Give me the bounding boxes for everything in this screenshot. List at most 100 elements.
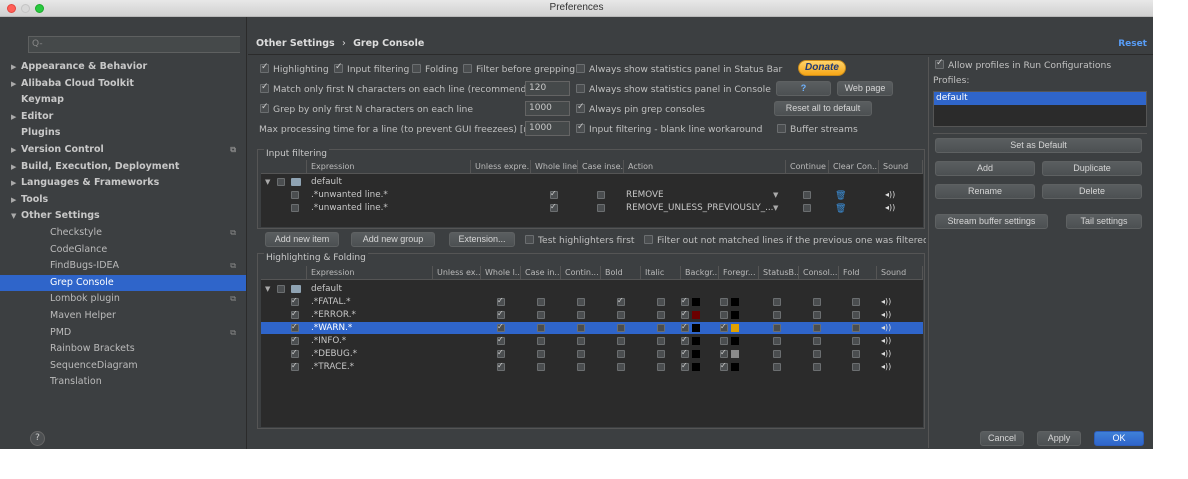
chevron-down-icon[interactable]: ▼ [265, 176, 270, 188]
reset-all-button[interactable]: Reset all to default [774, 101, 872, 116]
case-insensitive-checkbox[interactable] [537, 350, 545, 358]
blank-line-workaround-option[interactable]: Input filtering - blank line workaround [576, 122, 762, 135]
always-pin-option[interactable]: Always pin grep consoles [576, 102, 705, 115]
sidebar-item[interactable]: Checkstyle ⧉ [0, 225, 246, 241]
add-new-group-button[interactable]: Add new group [351, 232, 435, 247]
column-header[interactable]: Sound [879, 160, 923, 174]
table-row[interactable]: .*FATAL.* ◂)) [261, 295, 923, 308]
column-header[interactable]: Fold [839, 266, 877, 280]
case-insensitive-checkbox[interactable] [537, 324, 545, 332]
enabled-checkbox[interactable] [291, 321, 299, 333]
case-insensitive-checkbox[interactable] [537, 337, 545, 345]
column-header[interactable]: Whole line [531, 160, 578, 174]
background-color-swatch[interactable] [692, 363, 700, 371]
case-insensitive-checkbox[interactable] [597, 191, 605, 199]
bold-checkbox[interactable] [617, 363, 625, 371]
buffer-streams-checkbox[interactable] [777, 124, 786, 133]
column-header[interactable]: Clear Con... [829, 160, 879, 174]
foreground-checkbox[interactable] [720, 360, 728, 372]
column-header[interactable]: Unless ex... [433, 266, 481, 280]
group-row[interactable]: ▼ default [261, 283, 923, 295]
console-checkbox[interactable] [813, 298, 821, 306]
blank-line-workaround-checkbox[interactable] [576, 122, 585, 133]
enabled-checkbox[interactable] [291, 347, 299, 359]
allow-profiles-checkbox[interactable] [935, 58, 944, 69]
italic-checkbox[interactable] [657, 298, 665, 306]
column-header[interactable]: Case inse... [578, 160, 624, 174]
test-highlighters-checkbox[interactable] [525, 235, 534, 244]
stats-console-checkbox[interactable] [576, 84, 585, 93]
continue-checkbox[interactable] [577, 311, 585, 319]
group-checkbox[interactable] [277, 178, 285, 186]
folding-checkbox[interactable] [412, 64, 421, 73]
speaker-icon[interactable]: ◂)) [885, 189, 895, 201]
statusbar-checkbox[interactable] [773, 350, 781, 358]
console-checkbox[interactable] [813, 337, 821, 345]
grep-first-n-input[interactable]: 1000 [525, 101, 570, 116]
whole-line-checkbox[interactable] [497, 347, 505, 359]
expression-cell[interactable]: .*TRACE.* [311, 361, 354, 373]
chevron-right-icon[interactable]: ▶ [11, 192, 21, 208]
background-color-swatch[interactable] [692, 337, 700, 345]
action-cell[interactable]: REMOVE_UNLESS_PREVIOUSLY_... [626, 202, 773, 214]
chevron-right-icon[interactable]: ▶ [11, 142, 21, 158]
foreground-color-swatch[interactable] [731, 324, 739, 332]
enabled-checkbox[interactable] [291, 191, 299, 199]
background-color-swatch[interactable] [692, 298, 700, 306]
match-first-n-option[interactable]: Match only first N characters on each li… [260, 82, 541, 95]
foreground-checkbox[interactable] [720, 311, 728, 319]
table-row[interactable]: .*INFO.* ◂)) [261, 334, 923, 347]
max-processing-input[interactable]: 1000 [525, 121, 570, 136]
italic-checkbox[interactable] [657, 324, 665, 332]
continue-checkbox[interactable] [577, 363, 585, 371]
expression-cell[interactable]: .*INFO.* [311, 335, 346, 347]
stats-status-bar-option[interactable]: Always show statistics panel in Status B… [576, 64, 782, 75]
italic-checkbox[interactable] [657, 363, 665, 371]
background-color-swatch[interactable] [692, 324, 700, 332]
column-header[interactable]: StatusB... [759, 266, 799, 280]
statusbar-checkbox[interactable] [773, 324, 781, 332]
table-row[interactable]: .*unwanted line.* REMOVE_UNLESS_PREVIOUSL… [261, 201, 923, 214]
console-checkbox[interactable] [813, 363, 821, 371]
sidebar-item[interactable]: ▼ Other Settings [0, 208, 246, 224]
fold-checkbox[interactable] [852, 350, 860, 358]
statusbar-checkbox[interactable] [773, 298, 781, 306]
speaker-icon[interactable]: ◂)) [881, 309, 891, 321]
case-insensitive-checkbox[interactable] [537, 311, 545, 319]
foreground-checkbox[interactable] [720, 321, 728, 333]
continue-checkbox[interactable] [577, 324, 585, 332]
cancel-button[interactable]: Cancel [980, 431, 1024, 446]
table-row[interactable]: .*ERROR.* ◂)) [261, 308, 923, 321]
bold-checkbox[interactable] [617, 350, 625, 358]
highlighting-table[interactable]: Expression Unless ex... Whole l... Case in.… [261, 266, 923, 427]
sidebar-item[interactable]: ▶ Tools [0, 192, 246, 208]
whole-line-checkbox[interactable] [550, 188, 558, 200]
column-header[interactable]: Foregr... [719, 266, 759, 280]
chevron-right-icon[interactable]: ▶ [11, 76, 21, 92]
speaker-icon[interactable]: ◂)) [881, 296, 891, 308]
sidebar-item[interactable]: FindBugs-IDEA ⧉ [0, 258, 246, 274]
trash-icon[interactable]: 🗑 [835, 190, 846, 202]
continue-checkbox[interactable] [803, 204, 811, 212]
enabled-checkbox[interactable] [291, 295, 299, 307]
whole-line-checkbox[interactable] [497, 334, 505, 346]
sidebar-item[interactable]: ▶ Alibaba Cloud Toolkit [0, 76, 246, 92]
bold-checkbox[interactable] [617, 324, 625, 332]
sidebar-item[interactable]: SequenceDiagram [0, 358, 246, 374]
column-header[interactable]: Continue ... [786, 160, 829, 174]
fold-checkbox[interactable] [852, 324, 860, 332]
foreground-checkbox[interactable] [720, 347, 728, 359]
stream-buffer-button[interactable]: Stream buffer settings [935, 214, 1048, 229]
action-cell[interactable]: REMOVE [626, 189, 664, 201]
chevron-down-icon[interactable]: ▼ [11, 208, 21, 224]
duplicate-profile-button[interactable]: Duplicate [1042, 161, 1142, 176]
sidebar-item[interactable]: ▶ Version Control ⧉ [0, 142, 246, 158]
speaker-icon[interactable]: ◂)) [881, 348, 891, 360]
web-page-button[interactable]: Web page [837, 81, 893, 96]
column-header[interactable]: Case in... [521, 266, 561, 280]
chevron-down-icon[interactable]: ▼ [265, 283, 270, 295]
console-checkbox[interactable] [813, 311, 821, 319]
add-profile-button[interactable]: Add [935, 161, 1035, 176]
input-filtering-option[interactable]: Input filtering [334, 62, 409, 75]
apply-button[interactable]: Apply [1037, 431, 1081, 446]
